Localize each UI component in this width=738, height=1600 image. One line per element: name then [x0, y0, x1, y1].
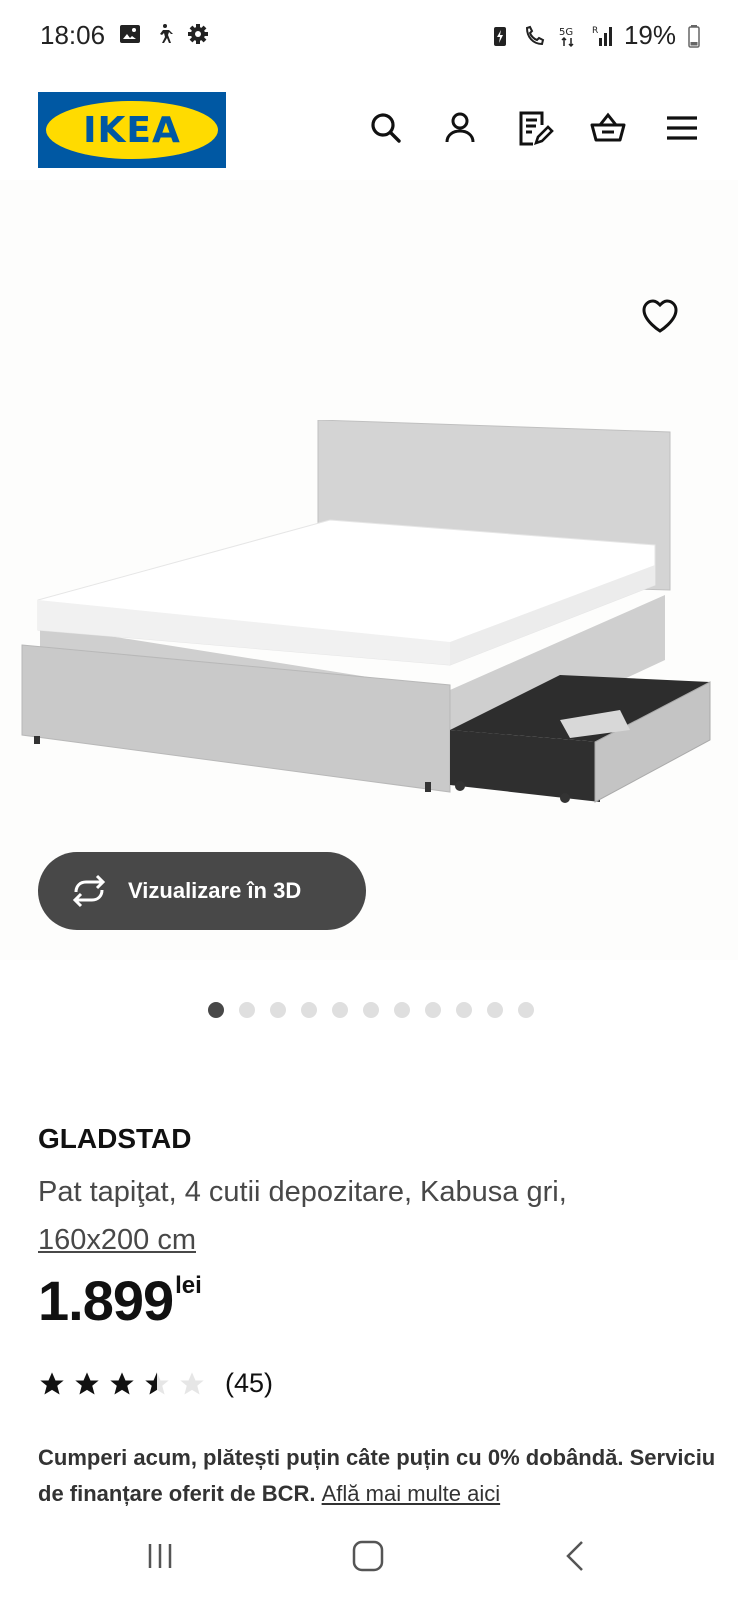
walking-icon: [160, 24, 173, 43]
view-3d-label: Vizualizare în 3D: [128, 878, 302, 903]
recent-apps-icon[interactable]: [140, 1536, 180, 1576]
product-size-link[interactable]: 160x200 cm: [38, 1224, 196, 1256]
product-description-text: Pat tapiţat, 4 cutii depozitare, Kabusa …: [38, 1176, 567, 1208]
status-left-icons: [118, 22, 210, 46]
pagination-dot[interactable]: [270, 1002, 286, 1018]
product-image-bed: [21, 420, 711, 803]
shopping-list-icon[interactable]: [514, 108, 554, 148]
star-full-icon: [75, 1371, 99, 1394]
heart-icon[interactable]: [640, 296, 680, 336]
wifi-call-icon: [525, 25, 545, 45]
5g-icon: 5G: [559, 27, 574, 47]
home-icon[interactable]: [348, 1536, 388, 1576]
pagination-dot[interactable]: [208, 1002, 224, 1018]
logo-text: IKEA: [83, 109, 181, 151]
price-currency: lei: [175, 1272, 202, 1299]
signal-icon: R: [592, 26, 612, 46]
pagination-dot[interactable]: [518, 1002, 534, 1018]
pagination-dot[interactable]: [239, 1002, 255, 1018]
search-icon[interactable]: [366, 108, 406, 148]
star-half-icon: [145, 1371, 169, 1394]
menu-icon[interactable]: [662, 108, 702, 148]
account-icon[interactable]: [440, 108, 480, 148]
star-full-icon: [40, 1371, 64, 1394]
pagination-dot[interactable]: [301, 1002, 317, 1018]
back-icon[interactable]: [556, 1536, 596, 1576]
pagination-dot[interactable]: [363, 1002, 379, 1018]
product-name: GLADSTAD: [38, 1123, 192, 1154]
status-time: 18:06: [40, 20, 106, 50]
status-bar: 18:06 5G R 19%: [0, 0, 738, 72]
financing-info: Cumperi acum, plătești puțin câte puțin …: [38, 1440, 718, 1512]
star-full-icon: [110, 1371, 134, 1394]
system-nav-bar: [0, 1510, 738, 1600]
svg-text:5G: 5G: [559, 27, 573, 38]
view-3d-button[interactable]: Vizualizare în 3D: [38, 852, 366, 930]
gallery-icon: [120, 25, 140, 43]
product-description: Pat tapiţat, 4 cutii depozitare, Kabusa …: [38, 1168, 698, 1264]
status-right: 5G R 19%: [488, 20, 702, 51]
financing-learn-more-link[interactable]: Află mai multe aici: [322, 1481, 501, 1506]
product-price: 1.899lei: [38, 1268, 202, 1333]
cart-icon[interactable]: [588, 108, 628, 148]
pagination-dot[interactable]: [394, 1002, 410, 1018]
svg-text:R: R: [592, 26, 598, 36]
pagination-dot[interactable]: [487, 1002, 503, 1018]
review-count: (45): [225, 1368, 274, 1398]
pagination-dot[interactable]: [332, 1002, 348, 1018]
product-rating[interactable]: (45): [38, 1368, 273, 1399]
battery-percent: 19%: [623, 20, 676, 50]
site-header: IKEA: [0, 88, 738, 172]
star-empty-icon: [180, 1371, 204, 1394]
ikea-logo[interactable]: IKEA: [38, 92, 226, 168]
gear-icon: [188, 24, 208, 44]
gallery-pagination: [208, 1002, 534, 1018]
price-value: 1.899: [38, 1269, 174, 1332]
battery-icon: [688, 24, 700, 48]
header-icons: [366, 108, 702, 148]
battery-saver-icon: [493, 26, 506, 46]
rotate-3d-icon: [72, 874, 106, 908]
pagination-dot[interactable]: [425, 1002, 441, 1018]
pagination-dot[interactable]: [456, 1002, 472, 1018]
